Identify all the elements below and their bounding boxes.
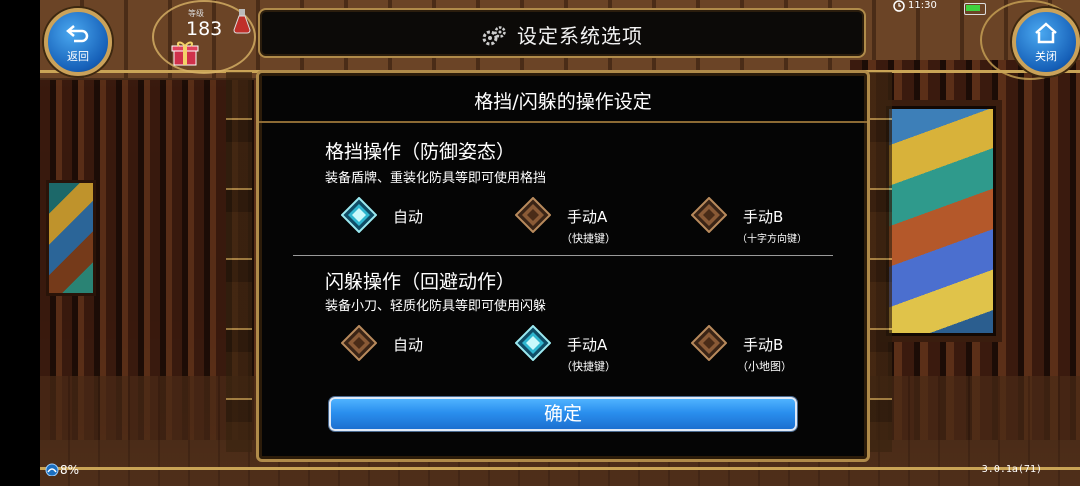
version-text: 3.0.1a(71): [981, 464, 1042, 475]
dodge-section-desc: 装备小刀、轻质化防具等即可使用闪躲: [325, 299, 547, 314]
signal-indicator: 8%: [44, 462, 79, 477]
stained-glass-left: [46, 180, 96, 296]
back-button[interactable]: 返回: [44, 8, 112, 76]
diamond-icon: [691, 197, 727, 233]
gear-icon: [482, 26, 506, 46]
home-icon: [1035, 22, 1057, 44]
settings-dialog: 格挡/闪躲的操作设定 格挡操作（防御姿态） 装备盾牌、重装化防具等即可使用格挡 …: [256, 70, 870, 462]
dialog-title: 格挡/闪躲的操作设定: [474, 91, 652, 113]
option-label: 手动A: [567, 336, 608, 354]
clock-time: 11:30: [908, 0, 937, 11]
signal-icon: [45, 463, 59, 476]
header-bar: 设定系统选项: [258, 8, 866, 58]
option-sub: （十字方向键）: [737, 234, 807, 245]
gift-icon[interactable]: [170, 38, 200, 68]
option-label: 自动: [393, 208, 424, 226]
option-label: 手动B: [743, 208, 784, 226]
battery-icon: [964, 3, 986, 15]
stained-glass-right: [880, 100, 1002, 342]
potion-icon[interactable]: [232, 8, 252, 34]
level-value: 183: [186, 18, 223, 40]
block-option-manual-a[interactable]: 手动A （快捷键）: [515, 197, 685, 245]
back-label: 返回: [67, 50, 89, 63]
diamond-icon: [515, 197, 551, 233]
block-option-manual-b[interactable]: 手动B （十字方向键）: [691, 197, 861, 245]
block-option-auto[interactable]: 自动: [341, 197, 511, 241]
option-sub: （小地图）: [737, 360, 792, 373]
page-title: 设定系统选项: [517, 24, 643, 48]
confirm-button[interactable]: 确定: [329, 397, 797, 431]
selected-diamond-icon: [341, 197, 377, 233]
dodge-option-auto[interactable]: 自动: [341, 325, 511, 369]
close-label: 关闭: [1035, 50, 1057, 63]
selected-diamond-icon: [515, 325, 551, 361]
back-arrow-icon: [66, 25, 89, 43]
pillar-left: [226, 72, 252, 452]
dodge-section-title: 闪躲操作（回避动作）: [325, 271, 516, 293]
dodge-option-manual-b[interactable]: 手动B （小地图）: [691, 325, 861, 373]
diamond-icon: [341, 325, 377, 361]
block-section-title: 格挡操作（防御姿态）: [325, 141, 516, 163]
signal-value: 8%: [60, 463, 80, 477]
close-button[interactable]: 关闭: [1012, 8, 1080, 76]
option-sub: （快捷键）: [561, 232, 616, 245]
section-divider: [293, 255, 833, 256]
header-title-wrap: 设定系统选项: [260, 20, 864, 49]
dialog-header: 格挡/闪躲的操作设定: [259, 73, 867, 123]
option-label: 自动: [393, 336, 424, 354]
diamond-icon: [691, 325, 727, 361]
alarm-icon: [893, 0, 905, 12]
option-label: 手动B: [743, 336, 784, 354]
block-section-desc: 装备盾牌、重装化防具等即可使用格挡: [325, 171, 547, 186]
option-sub: （快捷键）: [561, 360, 616, 373]
dodge-option-manual-a[interactable]: 手动A （快捷键）: [515, 325, 685, 373]
option-label: 手动A: [567, 208, 608, 226]
